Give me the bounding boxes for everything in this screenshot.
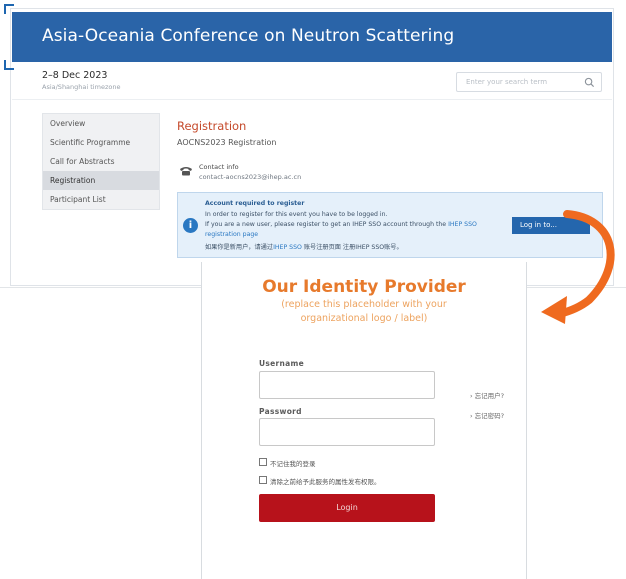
password-field[interactable] [259,418,435,446]
username-label: Username [259,359,305,368]
ihep-sso-link[interactable]: IHEP SSO [448,221,477,228]
forgot-username-link[interactable]: › 忘记用户? [470,390,504,400]
notice-line-2-text: If you are a new user, please register t… [205,221,449,228]
event-sidebar: Overview Scientific Programme Call for A… [42,113,160,210]
notice-heading: Account required to register [205,200,305,207]
search-input[interactable]: Enter your search term [456,72,602,92]
event-title[interactable]: Asia-Oceania Conference on Neutron Scatt… [42,26,454,46]
sidebar-item-registration[interactable]: Registration [43,171,159,190]
curved-arrow-icon [541,210,615,324]
info-icon: i [183,218,198,233]
consent-label: 清除之前给予此服务的属性发布权限。 [270,478,381,486]
page-title: Registration [177,119,247,133]
sidebar-item-scientific-programme[interactable]: Scientific Programme [43,133,159,152]
identity-provider-panel: Our Identity Provider (replace this plac… [201,262,527,579]
username-field[interactable] [259,371,435,399]
event-timezone: Asia/Shanghai timezone [42,83,121,91]
forgot-password-link[interactable]: › 忘记密码? [470,410,504,420]
header-divider [12,99,612,100]
idp-title: Our Identity Provider [262,277,466,297]
notice-line-2: If you are a new user, please register t… [205,221,477,228]
login-button[interactable]: Login [259,494,435,522]
consent-checkbox[interactable] [259,476,267,484]
remember-label: 不记住我的登录 [270,460,316,468]
sidebar-item-participant-list[interactable]: Participant List [43,190,159,209]
event-date: 2–8 Dec 2023 [42,70,108,81]
contact-label: Contact info [199,163,239,171]
idp-placeholder-note-1: (replace this placeholder with your [281,299,447,310]
event-banner: Asia-Oceania Conference on Neutron Scatt… [12,12,612,62]
notice-line-1: In order to register for this event you … [205,211,388,218]
idp-placeholder-note-2: organizational logo / label) [300,313,428,324]
notice-line-4-suffix: 账号注册页面 注册IHEP SSO账号。 [301,244,403,251]
notice-line-4: 如果你是新用户，请通过IHEP SSO 账号注册页面 注册IHEP SSO账号。 [205,242,403,251]
registration-page-link[interactable]: registration page [205,231,258,238]
search-placeholder: Enter your search term [466,78,548,86]
phone-icon [180,167,192,176]
sidebar-item-overview[interactable]: Overview [43,114,159,133]
sidebar-item-call-for-abstracts[interactable]: Call for Abstracts [43,152,159,171]
page-subtitle: AOCNS2023 Registration [177,138,277,147]
password-label: Password [259,407,302,416]
notice-line-4-prefix: 如果你是新用户，请通过 [205,244,274,251]
remember-checkbox[interactable] [259,458,267,466]
contact-email[interactable]: contact-aocns2023@ihep.ac.cn [199,173,301,181]
ihep-sso-link-cn[interactable]: IHEP SSO [273,244,302,251]
search-icon[interactable] [584,77,595,88]
